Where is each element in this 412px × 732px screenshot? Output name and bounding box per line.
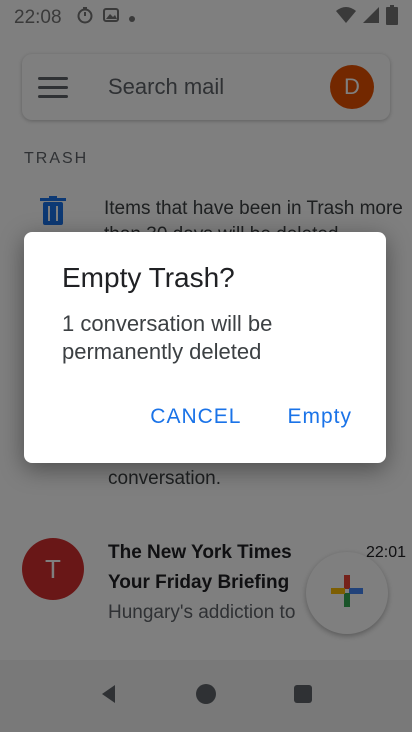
wifi-icon: [336, 6, 356, 30]
signal-icon: [362, 6, 380, 30]
stopwatch-icon: [76, 6, 94, 30]
dialog-title: Empty Trash?: [62, 262, 235, 293]
status-bar: 22:08: [0, 0, 412, 36]
dot-icon: [128, 7, 136, 29]
dialog-message: 1 conversation will be permanently delet…: [62, 311, 273, 364]
status-time: 22:08: [14, 7, 62, 28]
battery-icon: [386, 5, 398, 31]
empty-trash-dialog: Empty Trash? 1 conversation will be perm…: [24, 232, 386, 463]
cancel-button[interactable]: Cancel: [138, 395, 253, 439]
empty-button[interactable]: Empty: [275, 395, 364, 439]
photos-icon: [102, 6, 120, 30]
